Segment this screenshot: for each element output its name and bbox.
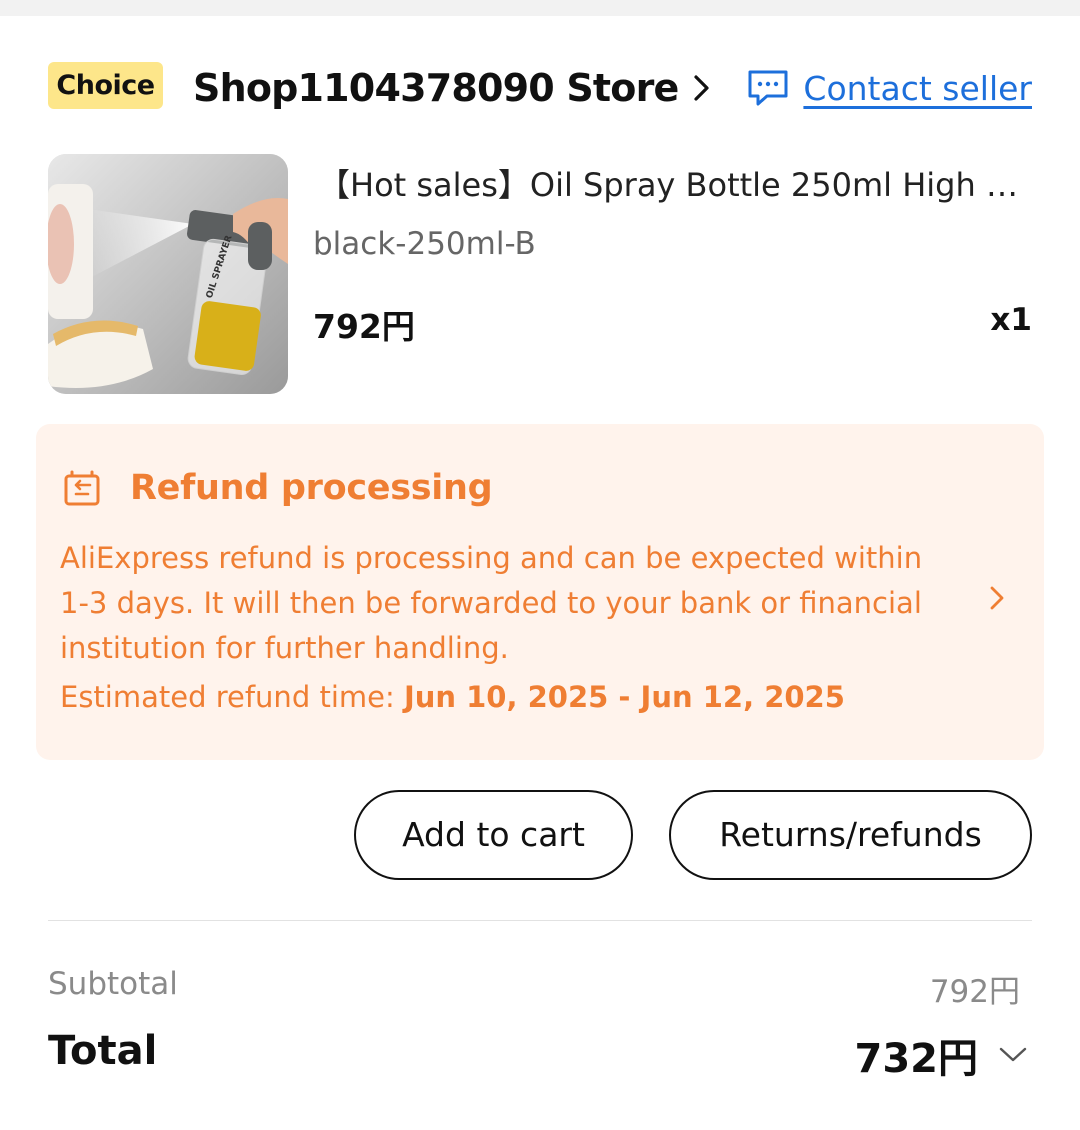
product-image[interactable]: OIL SPRAYER xyxy=(48,154,288,394)
divider xyxy=(48,920,1032,921)
refund-title: Refund processing xyxy=(130,468,493,508)
product-title[interactable]: 【Hot sales】Oil Spray Bottle 250ml High … xyxy=(318,160,1030,206)
product-price: 792円 xyxy=(313,307,415,346)
refund-icon xyxy=(64,470,100,506)
order-card: Choice Shop1104378090 Store Contact sell… xyxy=(0,16,1080,1130)
chevron-right-icon xyxy=(693,75,709,101)
contact-seller-label: Contact seller xyxy=(803,68,1032,108)
chevron-down-icon xyxy=(999,1047,1027,1062)
add-to-cart-button[interactable]: Add to cart xyxy=(354,790,633,880)
refund-estimate: Estimated refund time: Jun 10, 2025 - Ju… xyxy=(60,680,845,714)
store-header: Choice Shop1104378090 Store Contact sell… xyxy=(48,60,1032,116)
refund-estimate-label: Estimated refund time: xyxy=(60,680,404,714)
returns-refunds-button[interactable]: Returns/refunds xyxy=(669,790,1032,880)
choice-badge: Choice xyxy=(48,62,163,109)
refund-estimate-range: Jun 10, 2025 - Jun 12, 2025 xyxy=(403,680,845,714)
oil-sprayer-photo: OIL SPRAYER xyxy=(48,154,288,394)
product-quantity: x1 xyxy=(990,302,1032,338)
total-value: 732円 xyxy=(854,1036,979,1082)
store-link[interactable]: Shop1104378090 Store xyxy=(193,60,713,116)
total-label: Total xyxy=(48,1028,158,1074)
chat-icon xyxy=(748,70,788,106)
store-name: Shop1104378090 Store xyxy=(193,66,679,110)
contact-seller-link[interactable]: Contact seller xyxy=(747,64,1032,112)
total-expand-toggle[interactable]: 732円 xyxy=(855,1026,1029,1084)
subtotal-label: Subtotal xyxy=(48,966,178,1002)
refund-status-panel[interactable]: Refund processing AliExpress refund is p… xyxy=(36,424,1044,760)
subtotal-value: 792円 xyxy=(929,974,1020,1010)
refund-description: AliExpress refund is processing and can … xyxy=(60,541,923,665)
product-variant: black-250ml-B xyxy=(313,226,536,262)
chevron-right-icon xyxy=(990,586,1004,610)
